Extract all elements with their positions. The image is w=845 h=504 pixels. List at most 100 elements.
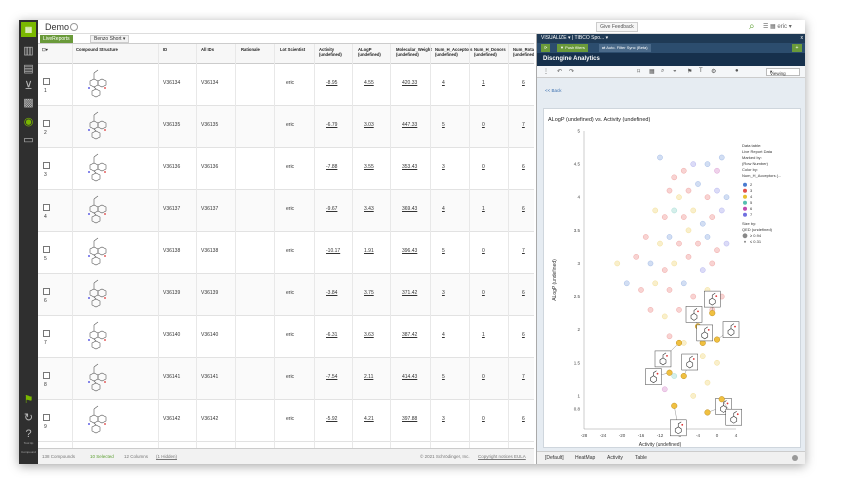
cell-alogp[interactable]: 4.21 — [364, 416, 374, 422]
table-row[interactable]: 2 V36135 V36135 eric -6.79 3.03 447.33 5 0 7 — [38, 106, 534, 148]
cell-acc[interactable]: 4 — [442, 80, 445, 86]
text-icon[interactable]: T — [699, 68, 703, 74]
hidden-count[interactable]: (1 Hidden) — [156, 454, 177, 459]
row-checkbox[interactable] — [43, 372, 50, 379]
cell-alogp[interactable]: 2.11 — [364, 374, 373, 380]
col-header[interactable]: Molecular_Weight (undefined) — [396, 47, 432, 57]
row-checkbox[interactable] — [43, 204, 50, 211]
compound-structure-image[interactable] — [78, 277, 112, 313]
app-logo[interactable]: ▦ — [21, 22, 36, 37]
compound-structure-image[interactable] — [78, 67, 112, 103]
cell-alogp[interactable]: 4.55 — [364, 80, 374, 86]
push-filters-button[interactable]: ▼ Push filters — [557, 44, 588, 52]
compound-structure-image[interactable] — [78, 361, 112, 397]
cell-mw[interactable]: 396.43 — [402, 248, 417, 254]
cell-mw[interactable]: 414.43 — [402, 374, 417, 380]
cell-don[interactable]: 0 — [482, 122, 485, 128]
cell-don[interactable]: 0 — [482, 416, 485, 422]
flag-tool-icon[interactable]: ⚑ — [687, 68, 692, 75]
col-header[interactable]: All IDs — [201, 47, 231, 52]
cell-rot[interactable]: 7 — [522, 374, 525, 380]
col-header[interactable]: Lot Scientist — [280, 47, 314, 52]
cell-rot[interactable]: 6 — [522, 332, 525, 338]
models-icon[interactable]: ▩ — [22, 97, 35, 110]
tab-default[interactable]: [Default] — [545, 455, 564, 461]
zoom-icon[interactable]: ⌕ — [661, 68, 664, 75]
cell-alogp[interactable]: 3.55 — [364, 164, 374, 170]
cell-don[interactable]: 0 — [482, 374, 485, 380]
notification-icon[interactable]: ● — [735, 68, 739, 74]
dashboard-icon[interactable]: ▥ — [22, 45, 35, 58]
table-row[interactable]: 8 V36141 V36141 eric -7.54 2.11 414.43 5 0 7 — [38, 358, 534, 400]
cell-rot[interactable]: 6 — [522, 206, 525, 212]
table-row[interactable]: 1 V36134 V36134 eric -8.95 4.55 420.33 4 1 6 — [38, 64, 534, 106]
compound-structure-image[interactable] — [78, 235, 112, 271]
table-row[interactable]: 5 V36138 V36138 eric -10.17 1.91 396.43 5 0 7 — [38, 232, 534, 274]
cell-acc[interactable]: 3 — [442, 164, 445, 170]
cell-alogp[interactable]: 3.75 — [364, 290, 374, 296]
table-icon[interactable]: ▦ — [649, 68, 655, 75]
scatter-plot[interactable]: ALogP (undefined) vs. Activity (undefine… — [544, 109, 802, 449]
page-options-icon[interactable] — [792, 455, 798, 461]
compound-structure-image[interactable] — [78, 319, 112, 355]
cell-acc[interactable]: 4 — [442, 332, 445, 338]
search-icon[interactable]: ⌕ — [749, 21, 755, 32]
col-header[interactable]: Rationale — [241, 47, 271, 52]
project-title[interactable]: Demo — [45, 22, 69, 32]
col-header[interactable]: Num_H_Acceptors (undefined) — [435, 47, 472, 57]
sync-icon[interactable]: ↻ — [22, 412, 35, 425]
select-all-checkbox[interactable]: ☐▾ — [42, 47, 48, 52]
cell-mw[interactable]: 371.42 — [402, 290, 417, 296]
back-link[interactable]: << Back — [545, 88, 562, 93]
refresh-button[interactable]: ⟳ — [541, 44, 551, 52]
menu-icon[interactable]: ⋮ — [543, 68, 549, 75]
col-header[interactable]: ID — [163, 47, 193, 52]
cell-don[interactable]: 1 — [482, 80, 485, 86]
chat-icon[interactable]: ◒ — [673, 68, 677, 74]
redo-icon[interactable]: ↷ — [569, 68, 574, 75]
compound-structure-image[interactable] — [78, 403, 112, 439]
settings-icon[interactable]: ⚙ — [711, 68, 716, 75]
compound-structure-image[interactable] — [78, 151, 112, 187]
cell-don[interactable]: 0 — [482, 290, 485, 296]
cell-mw[interactable]: 387.42 — [402, 332, 417, 338]
tab-heatmap[interactable]: HeatMap — [575, 455, 595, 461]
table-row[interactable]: 4 V36137 V36137 eric -9.67 3.43 369.43 4 1 6 — [38, 190, 534, 232]
cell-acc[interactable]: 3 — [442, 290, 445, 296]
filter-icon[interactable]: ⊻ — [22, 80, 35, 93]
cell-alogp[interactable]: 1.91 — [364, 248, 374, 254]
col-header[interactable]: Activity (undefined) — [319, 47, 351, 57]
cell-mw[interactable]: 369.43 — [402, 206, 417, 212]
report-tab[interactable]: Benzo Short ▾ — [90, 35, 130, 43]
table-row[interactable]: 3 V36136 V36136 eric -7.88 3.55 353.43 3 0 6 — [38, 148, 534, 190]
cell-rot[interactable]: 6 — [522, 164, 525, 170]
col-header[interactable]: ALogP (undefined) — [358, 47, 390, 57]
filter-sync-button[interactable]: ⇄ Auto. Filter Sync (Beta) — [599, 44, 651, 52]
cell-don[interactable]: 1 — [482, 206, 485, 212]
cell-mw[interactable]: 353.43 — [402, 164, 417, 170]
cell-rot[interactable]: 6 — [522, 416, 525, 422]
user-name[interactable]: eric ▾ — [777, 24, 791, 30]
row-checkbox[interactable] — [43, 120, 50, 127]
close-icon[interactable]: x — [801, 34, 804, 43]
cell-act[interactable]: -5.92 — [326, 416, 337, 422]
visibility-icon[interactable]: ◉ — [22, 116, 35, 129]
cell-mw[interactable]: 397.88 — [402, 416, 417, 422]
project-settings-icon[interactable] — [70, 23, 78, 31]
grid-icon[interactable]: ▤ — [22, 63, 35, 76]
cell-act[interactable]: -10.17 — [326, 248, 340, 254]
viewing-dropdown[interactable]: Viewing ▾ — [766, 68, 800, 76]
cell-don[interactable]: 0 — [482, 248, 485, 254]
tab-activity[interactable]: Activity — [607, 455, 623, 461]
add-button[interactable]: + — [792, 44, 802, 52]
cell-act[interactable]: -6.31 — [326, 332, 337, 338]
row-checkbox[interactable] — [43, 288, 50, 295]
cell-mw[interactable]: 447.33 — [402, 122, 417, 128]
cell-acc[interactable]: 4 — [442, 206, 445, 212]
comments-icon[interactable]: ▭ — [22, 134, 35, 147]
cell-alogp[interactable]: 3.63 — [364, 332, 374, 338]
cell-alogp[interactable]: 3.03 — [364, 122, 374, 128]
help-icon[interactable]: ? — [22, 428, 35, 441]
row-checkbox[interactable] — [43, 330, 50, 337]
cell-rot[interactable]: 7 — [522, 122, 525, 128]
